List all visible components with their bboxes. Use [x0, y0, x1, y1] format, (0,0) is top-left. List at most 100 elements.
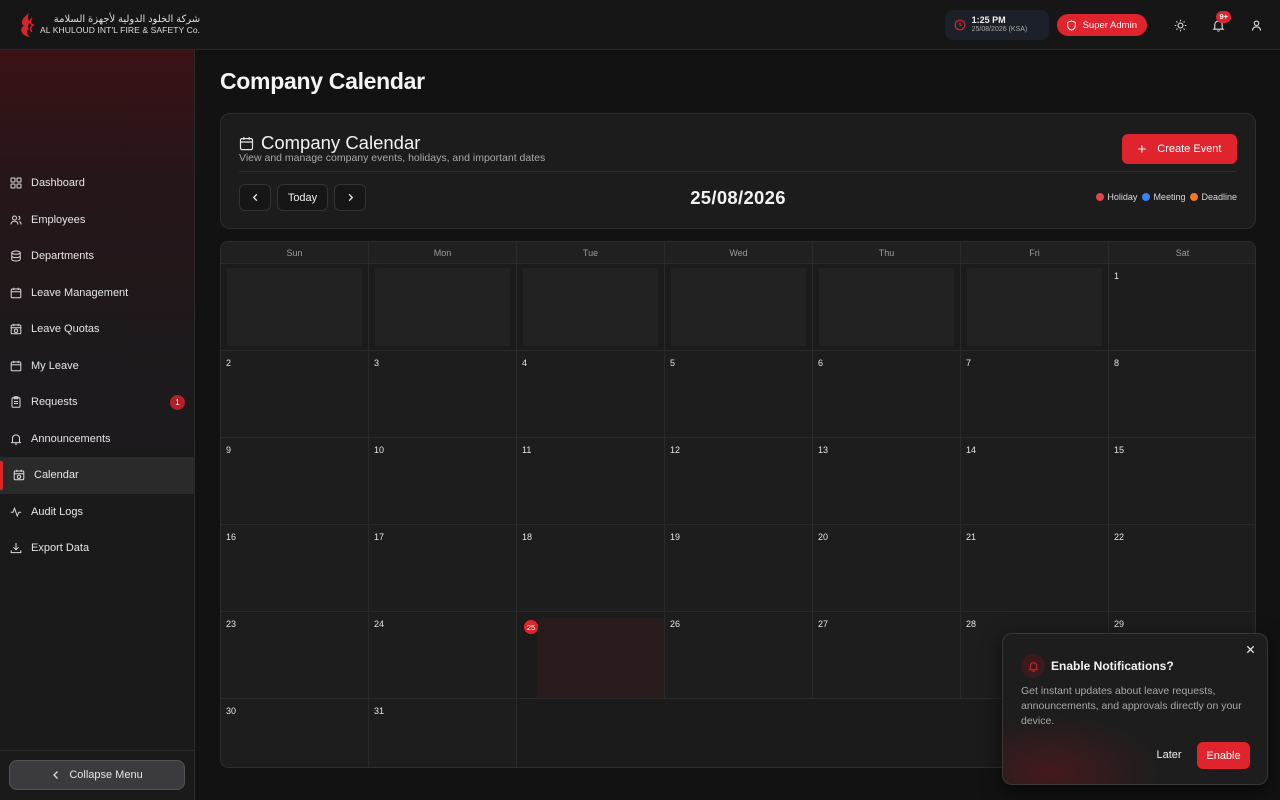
day-cell[interactable]: 22: [1109, 525, 1255, 612]
day-number: 11: [522, 445, 532, 455]
sidebar-item-announcements[interactable]: Announcements: [0, 421, 195, 458]
day-cell[interactable]: 2: [221, 351, 369, 438]
day-cell[interactable]: 15: [1109, 438, 1255, 525]
day-cell-background: [961, 525, 1108, 611]
bell-icon: [10, 434, 22, 445]
weekday-header-row: Sun Mon Tue Wed Thu Fri Sat: [221, 242, 1255, 264]
day-cell[interactable]: 3: [369, 351, 517, 438]
day-cell[interactable]: 5: [665, 351, 813, 438]
later-button[interactable]: Later: [1145, 742, 1193, 768]
empty-day-cell[interactable]: [665, 264, 813, 351]
create-event-button[interactable]: + Create Event: [1122, 134, 1237, 164]
company-logo[interactable]: شركة الخلود الدولية لأجهزة السلامة AL KH…: [18, 12, 200, 38]
create-event-label: Create Event: [1157, 143, 1222, 155]
day-cell[interactable]: 18: [517, 525, 665, 612]
sidebar-item-label: Employees: [31, 213, 86, 226]
empty-day-cell[interactable]: [369, 264, 517, 351]
empty-day-cell[interactable]: [961, 264, 1109, 351]
sidebar-item-dashboard[interactable]: Dashboard: [0, 165, 195, 202]
popup-title: Enable Notifications?: [1051, 659, 1174, 673]
legend-label: Holiday: [1107, 192, 1138, 202]
day-cell[interactable]: 16: [221, 525, 369, 612]
day-cell-background: [369, 438, 516, 524]
chevron-left-icon: [53, 771, 59, 779]
brand-name-english: AL KHULOUD INT'L FIRE & SAFETY Co.: [40, 24, 201, 35]
day-cell[interactable]: 7: [961, 351, 1109, 438]
weekday-header: Sat: [1109, 242, 1255, 264]
close-icon: [1246, 645, 1254, 653]
day-cell[interactable]: 6: [813, 351, 961, 438]
day-cell-background: [665, 351, 812, 437]
close-popup-button[interactable]: [1243, 642, 1257, 656]
sidebar-item-leave-quotas[interactable]: Leave Quotas: [0, 311, 195, 348]
today-day-cell[interactable]: 25: [517, 612, 665, 699]
day-number: 3: [374, 358, 380, 368]
calendar-subtitle: View and manage company events, holidays…: [239, 152, 546, 164]
day-cell[interactable]: 26: [665, 612, 813, 699]
sidebar-item-export-data[interactable]: Export Data: [0, 530, 195, 567]
role-badge[interactable]: Super Admin: [1056, 14, 1147, 36]
day-cell-background: [369, 699, 516, 767]
day-cell[interactable]: 12: [665, 438, 813, 525]
day-cell[interactable]: 14: [961, 438, 1109, 525]
day-cell[interactable]: 23: [221, 612, 369, 699]
database-icon: [11, 250, 21, 262]
day-cell-background: [665, 438, 812, 524]
sidebar-item-employees[interactable]: Employees: [0, 202, 195, 239]
day-cell[interactable]: 21: [961, 525, 1109, 612]
day-number: 13: [818, 445, 829, 455]
empty-day-cell[interactable]: [517, 264, 665, 351]
role-label: Super Admin: [1082, 19, 1137, 31]
day-number: 27: [818, 619, 829, 629]
enable-button[interactable]: Enable: [1197, 742, 1250, 769]
day-number: 23: [226, 619, 237, 629]
day-cell[interactable]: 13: [813, 438, 961, 525]
legend-label: Deadline: [1201, 192, 1237, 202]
sidebar-item-label: Dashboard: [31, 177, 85, 190]
user-profile-button[interactable]: [1237, 5, 1275, 45]
sidebar-item-requests[interactable]: Requests 1: [0, 384, 195, 421]
day-cell[interactable]: 8: [1109, 351, 1255, 438]
day-cell[interactable]: 30: [221, 699, 369, 767]
sidebar-item-my-leave[interactable]: My Leave: [0, 348, 195, 385]
day-number: 7: [966, 358, 972, 368]
current-date-ksa: 25/08/2026 (KSA): [971, 26, 1028, 33]
day-number: 5: [670, 358, 676, 368]
day-cell[interactable]: 20: [813, 525, 961, 612]
day-number: 17: [374, 532, 385, 542]
day-cell[interactable]: 10: [369, 438, 517, 525]
day-number: 30: [226, 706, 237, 716]
day-number: 4: [522, 358, 528, 368]
day-number: 19: [670, 532, 681, 542]
empty-day-cell[interactable]: [221, 264, 369, 351]
theme-toggle-button[interactable]: [1161, 5, 1199, 45]
sidebar-item-departments[interactable]: Departments: [0, 238, 195, 275]
legend-dot: [1096, 193, 1105, 201]
notifications-button[interactable]: 9+: [1199, 5, 1237, 45]
day-number: 14: [966, 445, 977, 455]
sidebar-item-leave-management[interactable]: Leave Management: [0, 275, 195, 312]
collapse-menu-button[interactable]: Collapse Menu: [9, 760, 185, 790]
sidebar-item-audit-logs[interactable]: Audit Logs: [0, 494, 195, 531]
day-cell[interactable]: 4: [517, 351, 665, 438]
empty-day-cell[interactable]: [813, 264, 961, 351]
legend-label: Meeting: [1153, 192, 1186, 202]
legend-dot: [1190, 193, 1199, 201]
sidebar-item-label: Leave Management: [31, 286, 129, 299]
weekday-header: Wed: [665, 242, 813, 264]
day-cell[interactable]: 27: [813, 612, 961, 699]
calendar-title: Company Calendar: [261, 132, 421, 153]
sidebar-item-calendar[interactable]: Calendar: [0, 457, 195, 494]
legend-deadline: Deadline: [1190, 192, 1237, 202]
day-cell-background: [1109, 438, 1255, 524]
day-cell[interactable]: 1: [1109, 264, 1255, 351]
day-cell-background: [517, 438, 664, 524]
day-cell[interactable]: 9: [221, 438, 369, 525]
day-cell[interactable]: 19: [665, 525, 813, 612]
calendar-icon: [10, 287, 22, 299]
day-cell[interactable]: 31: [369, 699, 517, 767]
weekday-header: Mon: [369, 242, 517, 264]
day-cell[interactable]: 11: [517, 438, 665, 525]
day-cell[interactable]: 24: [369, 612, 517, 699]
day-cell[interactable]: 17: [369, 525, 517, 612]
